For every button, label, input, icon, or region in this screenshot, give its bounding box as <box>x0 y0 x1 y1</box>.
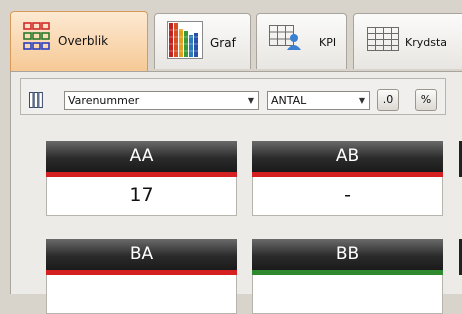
tab-graf[interactable]: Graf <box>154 13 251 69</box>
decimal-toggle-button[interactable]: .0 <box>377 89 399 111</box>
tab-label: Graf <box>210 36 236 50</box>
chevron-down-icon: ▼ <box>247 96 254 105</box>
columns-icon[interactable] <box>29 92 43 112</box>
crosstab-grid-icon <box>367 27 399 55</box>
tile-value <box>46 275 237 314</box>
kpi-tile-ab[interactable]: AB - <box>252 141 443 216</box>
bar-chart-icon <box>167 21 203 63</box>
tab-label: Krydsta <box>405 36 448 49</box>
tab-overblik[interactable]: Overblik <box>10 11 148 71</box>
measure-select[interactable]: ANTAL ▼ <box>267 91 370 110</box>
tab-bar: Overblik Graf KPI Krydsta <box>0 0 462 72</box>
tile-header: BA <box>46 239 237 270</box>
tile-value: - <box>252 177 443 216</box>
tab-label: KPI <box>319 36 337 49</box>
tile-header: AB <box>252 141 443 172</box>
tile-value: 17 <box>46 177 237 216</box>
tile-header: BB <box>252 239 443 270</box>
kpi-tile-ba[interactable]: BA <box>46 239 237 314</box>
percent-toggle-button[interactable]: % <box>415 89 437 111</box>
kpi-tile-aa[interactable]: AA 17 <box>46 141 237 216</box>
tab-kpi[interactable]: KPI <box>256 13 347 69</box>
tile-header: AA <box>46 141 237 172</box>
dimension-select-value: Varenummer <box>68 94 140 107</box>
tile-value <box>252 275 443 314</box>
kpi-person-icon <box>269 25 303 55</box>
overview-grid-icon <box>23 22 51 56</box>
tab-label: Overblik <box>58 34 109 48</box>
chevron-down-icon: ▼ <box>358 96 365 105</box>
tab-krydstabel[interactable]: Krydsta <box>353 13 462 69</box>
kpi-tile-bb[interactable]: BB <box>252 239 443 314</box>
measure-select-value: ANTAL <box>271 94 307 107</box>
dimension-select[interactable]: Varenummer ▼ <box>64 91 259 110</box>
